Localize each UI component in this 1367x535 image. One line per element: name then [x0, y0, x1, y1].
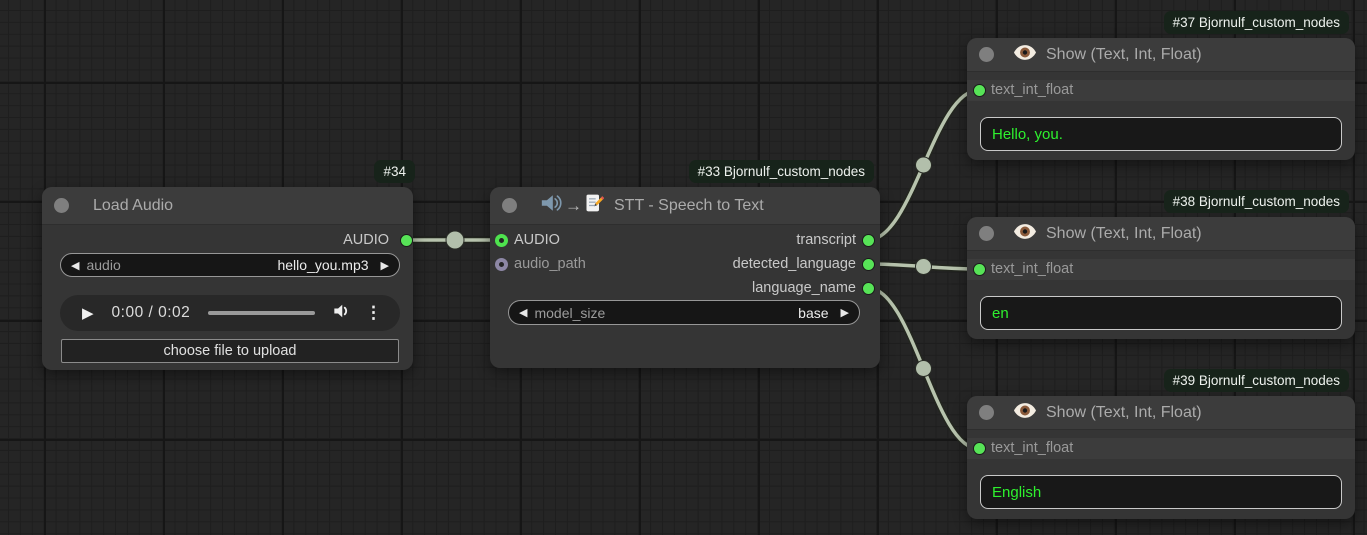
- node-title-bar[interactable]: Load Audio: [42, 187, 413, 225]
- player-progress-bar[interactable]: [208, 311, 315, 316]
- input-slot-text-int-float[interactable]: [973, 263, 986, 276]
- input-label-audio: AUDIO: [514, 230, 560, 250]
- node-title-bar[interactable]: Show (Text, Int, Float): [967, 396, 1355, 430]
- input-slot-text-int-float[interactable]: [973, 442, 986, 455]
- node-title-bar[interactable]: Show (Text, Int, Float): [967, 217, 1355, 251]
- collapse-dot[interactable]: [54, 198, 69, 213]
- value-textbox[interactable]: en: [980, 296, 1342, 330]
- node-load-audio[interactable]: #34 Load Audio AUDIO ◀ audio hello_you.m…: [42, 187, 413, 370]
- combo-next-icon[interactable]: ▶: [381, 259, 389, 272]
- combo-value: base: [798, 305, 828, 321]
- node-badge: #38 Bjornulf_custom_nodes: [1164, 190, 1349, 213]
- node-badge: #34: [374, 160, 415, 183]
- model-size-combo[interactable]: ◀ model_size base ▶: [508, 300, 860, 325]
- combo-label: audio: [86, 257, 277, 273]
- input-label-text-int-float: text_int_float: [991, 80, 1073, 100]
- collapse-dot[interactable]: [979, 405, 994, 420]
- loudspeaker-icon: [539, 192, 563, 219]
- node-badge: #37 Bjornulf_custom_nodes: [1164, 11, 1349, 34]
- input-label-text-int-float: text_int_float: [991, 259, 1073, 279]
- eye-icon: [1014, 403, 1036, 423]
- output-label-language-name: language_name: [752, 278, 856, 298]
- volume-icon[interactable]: [331, 301, 351, 326]
- node-badge: #33 Bjornulf_custom_nodes: [689, 160, 874, 183]
- node-show-language-name[interactable]: #39 Bjornulf_custom_nodes Show (Text, In…: [967, 396, 1355, 519]
- input-slot-text-int-float[interactable]: [973, 84, 986, 97]
- arrow-right-icon: →: [565, 196, 582, 216]
- play-icon[interactable]: ▶: [82, 304, 94, 322]
- wire-midpoint-dot[interactable]: [916, 361, 932, 377]
- choose-file-button[interactable]: choose file to upload: [61, 339, 399, 363]
- audio-file-combo[interactable]: ◀ audio hello_you.mp3 ▶: [60, 253, 400, 277]
- collapse-dot[interactable]: [502, 198, 517, 213]
- node-badge: #39 Bjornulf_custom_nodes: [1164, 369, 1349, 392]
- input-slot-audio-path[interactable]: [495, 258, 508, 271]
- eye-icon: [1014, 45, 1036, 65]
- combo-prev-icon[interactable]: ◀: [519, 306, 527, 319]
- input-label-text-int-float: text_int_float: [991, 438, 1073, 458]
- output-slot-audio[interactable]: [400, 234, 413, 247]
- output-label-transcript: transcript: [796, 230, 856, 250]
- wire-midpoint-dot[interactable]: [916, 157, 932, 173]
- collapse-dot[interactable]: [979, 47, 994, 62]
- node-title: Show (Text, Int, Float): [1046, 404, 1202, 422]
- node-title-bar[interactable]: → STT - Speech to Text: [490, 187, 880, 225]
- audio-player[interactable]: ▶ 0:00 / 0:02 ⋮: [60, 295, 400, 331]
- node-show-language[interactable]: #38 Bjornulf_custom_nodes Show (Text, In…: [967, 217, 1355, 339]
- node-title: Load Audio: [93, 197, 173, 215]
- wire-midpoint-dot[interactable]: [916, 259, 932, 275]
- wire-midpoint-dot[interactable]: [446, 231, 464, 249]
- collapse-dot[interactable]: [979, 226, 994, 241]
- node-title-bar[interactable]: Show (Text, Int, Float): [967, 38, 1355, 72]
- value-textbox[interactable]: Hello, you.: [980, 117, 1342, 151]
- output-label-detected-language: detected_language: [733, 254, 856, 274]
- node-graph-canvas[interactable]: #34 Load Audio AUDIO ◀ audio hello_you.m…: [0, 0, 1367, 535]
- node-title: STT - Speech to Text: [614, 197, 764, 215]
- combo-next-icon[interactable]: ▶: [841, 306, 849, 319]
- output-label-audio: AUDIO: [343, 230, 389, 250]
- value-textbox[interactable]: English: [980, 475, 1342, 509]
- input-label-audio-path: audio_path: [514, 254, 586, 274]
- node-show-transcript[interactable]: #37 Bjornulf_custom_nodes Show (Text, In…: [967, 38, 1355, 160]
- node-stt[interactable]: #33 Bjornulf_custom_nodes →: [490, 187, 880, 368]
- kebab-menu-icon[interactable]: ⋮: [365, 303, 382, 323]
- input-slot-audio[interactable]: [495, 234, 508, 247]
- output-slot-language-name[interactable]: [862, 282, 875, 295]
- combo-value: hello_you.mp3: [277, 257, 368, 273]
- memo-icon: [584, 193, 604, 218]
- combo-prev-icon[interactable]: ◀: [71, 259, 79, 272]
- eye-icon: [1014, 224, 1036, 244]
- combo-label: model_size: [534, 305, 798, 321]
- player-time: 0:00 / 0:02: [112, 304, 191, 322]
- node-title: Show (Text, Int, Float): [1046, 46, 1202, 64]
- output-slot-transcript[interactable]: [862, 234, 875, 247]
- node-title: Show (Text, Int, Float): [1046, 225, 1202, 243]
- output-slot-detected-language[interactable]: [862, 258, 875, 271]
